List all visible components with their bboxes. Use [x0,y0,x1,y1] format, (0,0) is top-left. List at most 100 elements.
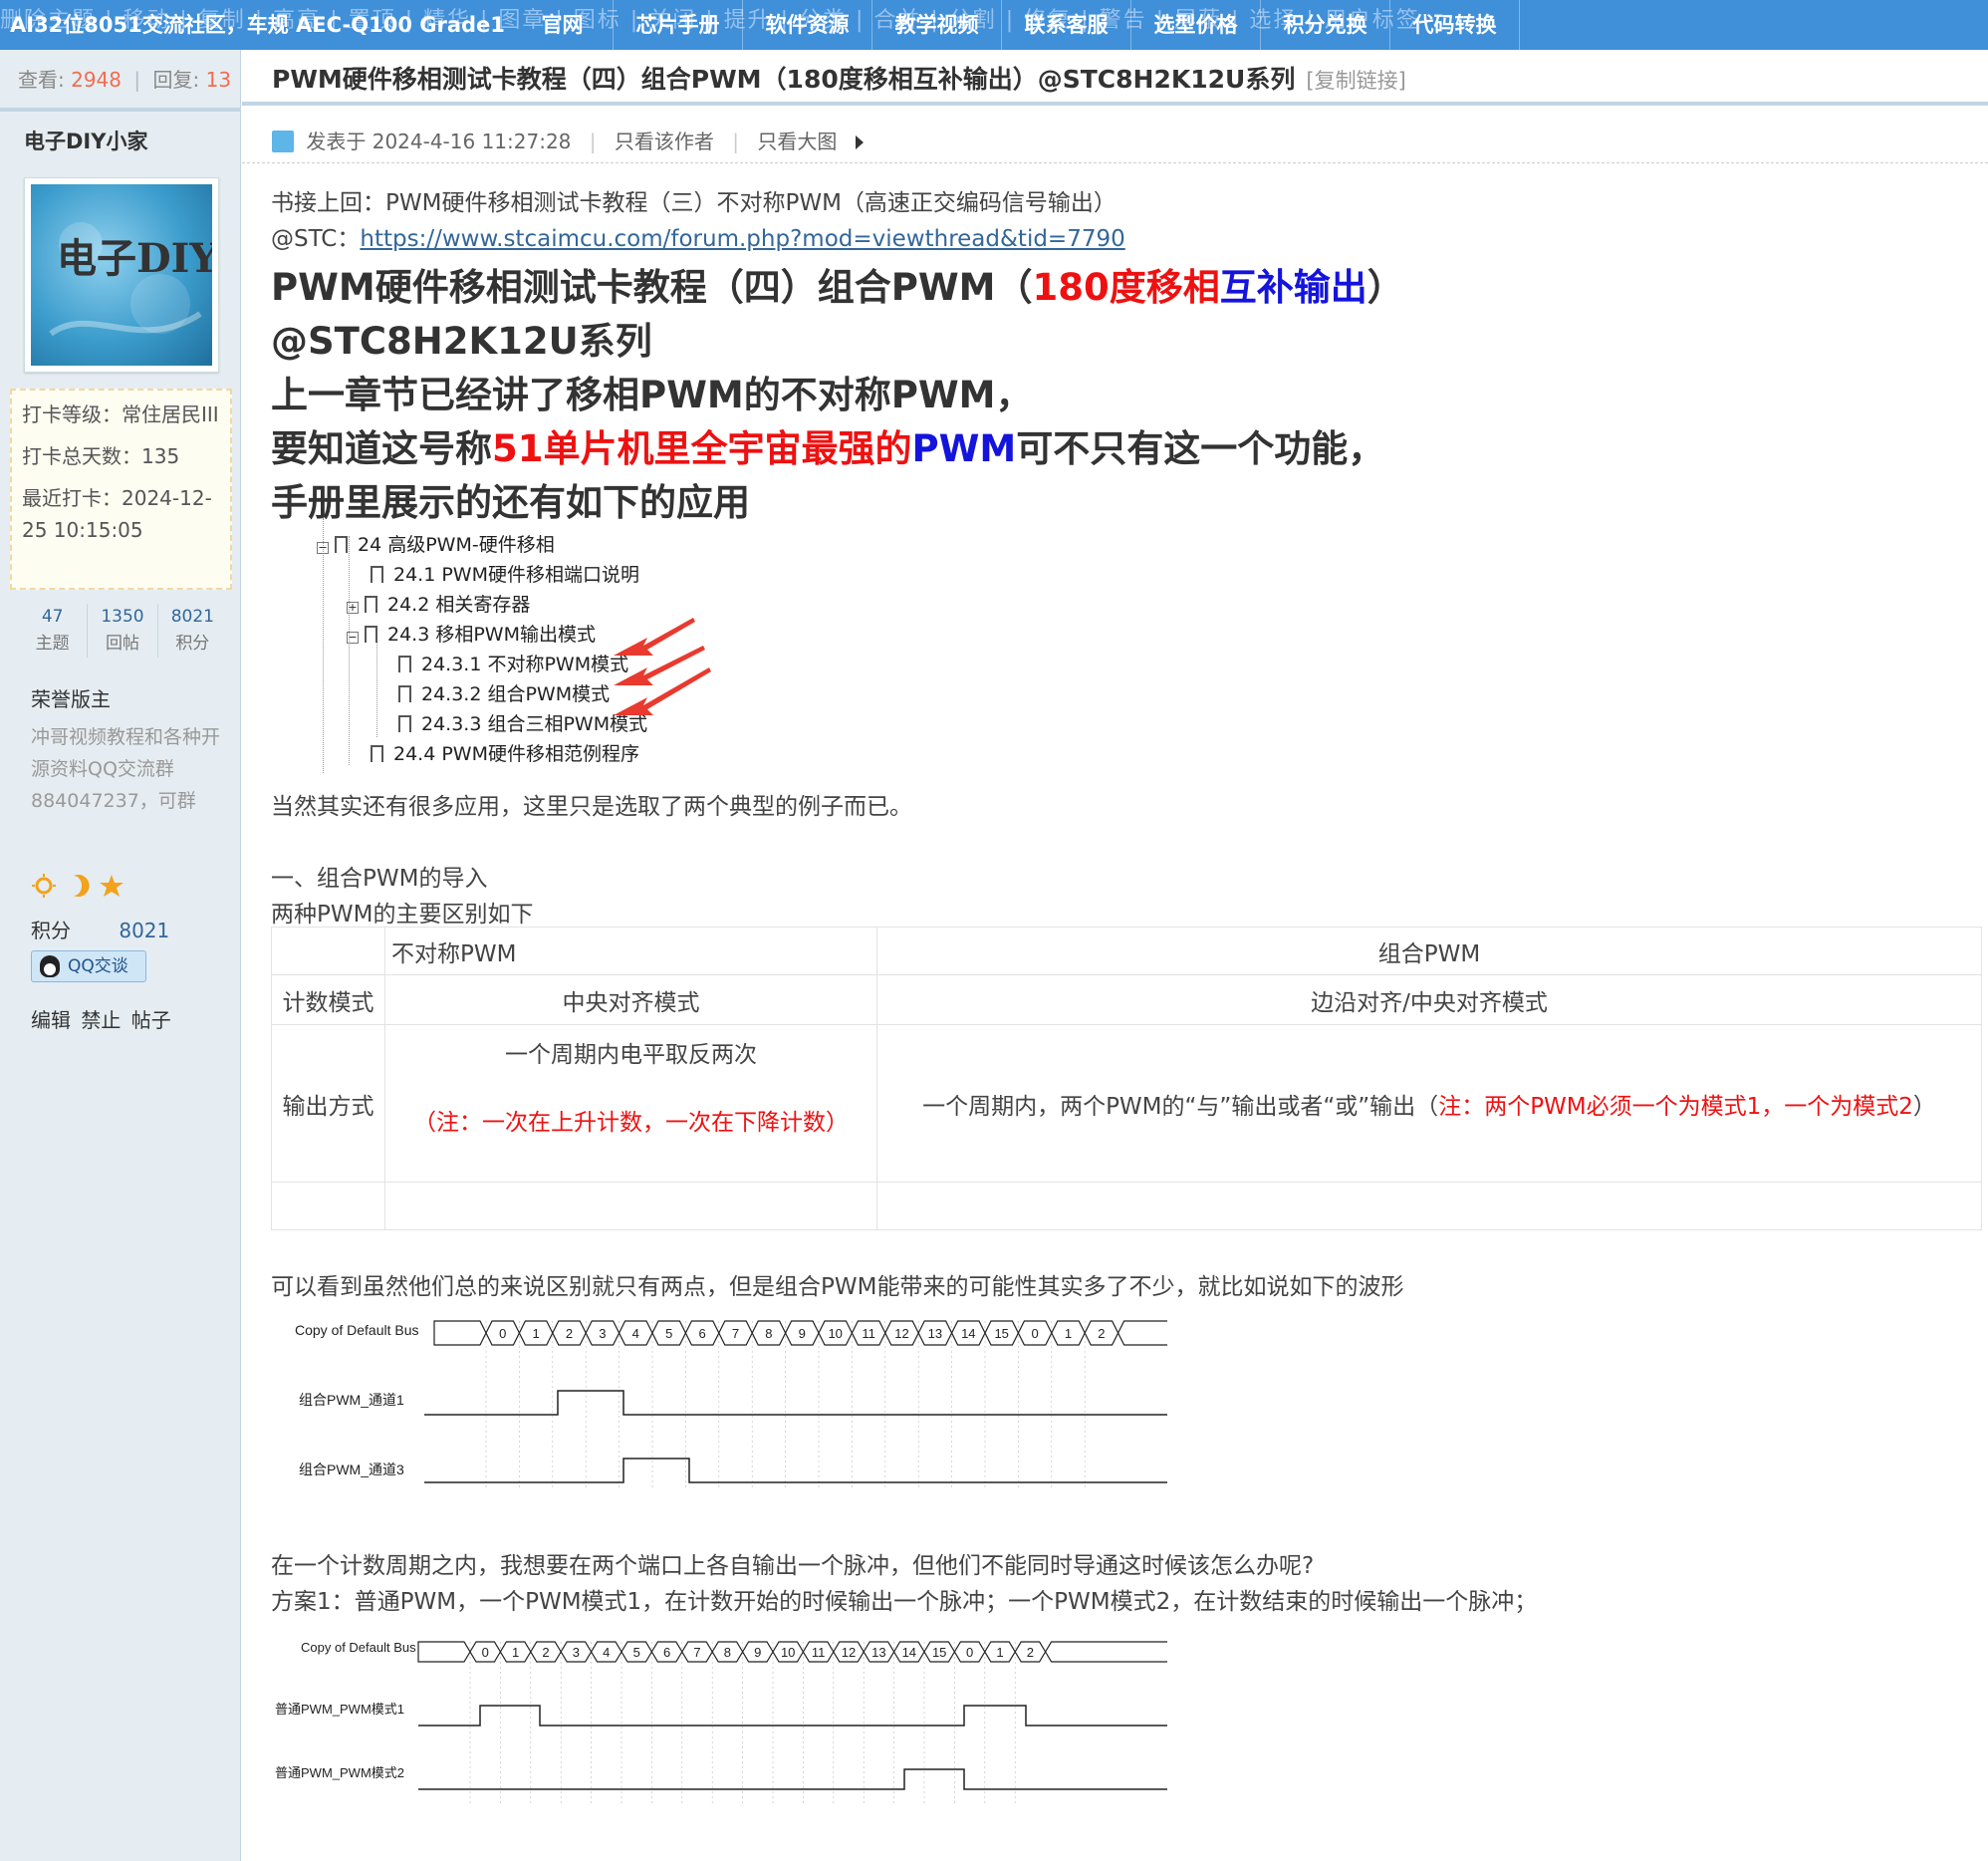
collapse-icon: − [347,631,359,644]
avatar-text: 电子DIY小家 [57,235,212,282]
avatar[interactable]: 电子DIY小家 [24,177,219,373]
headline-4-blue: PWM [911,427,1017,470]
bus-idle-segment [417,1641,471,1663]
count-credits[interactable]: 8021 积分 [158,604,227,658]
headline-4: 要知道这号称51单片机里全宇宙最强的PWM可不只有这一个功能， [271,418,1384,472]
bus-value-label: 7 [732,1326,739,1341]
bookmark-icon [398,685,411,702]
nav-item-videos[interactable]: 教学视频 [872,0,1002,50]
bus-waveform: 0 1 2 3 4 5 6 7 8 9 10 11 12 13 14 15 0 1 2 [417,1641,1167,1663]
headline-4-tail: 可不只有这一个功能， [1016,427,1385,470]
bus-value-label: 15 [932,1645,946,1660]
bus-value-label: 2 [1027,1645,1034,1660]
bus-value-label: 11 [862,1326,875,1341]
bus-value-label: 5 [633,1645,640,1660]
bookmark-icon [371,566,383,583]
bus-value-label: 10 [828,1326,842,1341]
intro-prefix: @STC： [271,226,361,252]
toc-row: 24.3.3 组合三相PWM模式 [398,709,647,736]
waveform-normal-pwm[interactable]: Copy of Default Bus 普通PWM_PWM模式1 普通PWM_P… [271,1630,1187,1829]
toc-label: 24.3.2 组合PWM模式 [421,683,611,705]
toc-label: 24.2 相关寄存器 [387,594,531,616]
toc-label: 24.1 PWM硬件移相端口说明 [393,564,639,586]
online-user-icon [272,131,294,152]
nav-item-code-convert[interactable]: 代码转换 [1390,0,1520,50]
admin-links[interactable]: 编辑 禁止 帖子 [31,1004,171,1033]
intro-line-1: 书接上回：PWM硬件移相测试卡教程（三）不对称PWM（高速正交编码信号输出） [271,190,1117,216]
bus-value-label: 1 [532,1326,539,1341]
author-counts: 47 主题 1350 回帖 8021 积分 [18,604,227,658]
sun-icon [32,874,56,898]
table-row: 计数模式 中央对齐模式 边沿对齐/中央对齐模式 [271,974,1982,1025]
bookmark-icon [398,656,411,672]
bus-value-label: 8 [765,1326,772,1341]
bus-value-label: 13 [871,1645,885,1660]
copy-link-button[interactable]: [复制链接] [1306,69,1405,93]
bus-value-label: 0 [499,1326,506,1341]
channel-3-waveform [424,1458,1167,1483]
mode-2-label: 普通PWM_PWM模式2 [275,1765,404,1780]
author-name[interactable]: 电子DIY小家 [24,126,147,155]
wave-grid [485,1321,1086,1488]
headline-4-text: 要知道这号称 [271,427,492,470]
table-cell [271,1182,385,1230]
wave-intro-text: 可以看到虽然他们总的来说区别就只有两点，但是组合PWM能带来的可能性其实多了不少… [271,1274,1404,1300]
caret-right-icon[interactable] [855,135,864,149]
headline-1-blue: 互补输出 [1219,266,1367,309]
nav-item-software[interactable]: 软件资源 [743,0,872,50]
manual-toc-image[interactable]: − 24 高级PWM-硬件移相 24.1 PWM硬件移相端口说明 +24.2 相关… [305,518,743,773]
post-meta: 发表于 2024-4-16 11:27:28 | 只看该作者 | 只看大图 [242,120,1988,163]
table-cell-note: （注：一次在上升计数，一次在下降计数） [413,1109,849,1136]
headline-2: @STC8H2K12U系列 [271,320,652,363]
table-cell: 中央对齐模式 [384,974,877,1025]
bus-value-label: 4 [603,1645,610,1660]
only-author-link[interactable]: 只看该作者 [615,130,714,153]
site-title[interactable]: AI32位8051交流社区，车规 AEC-Q100 Grade1 [10,0,505,50]
nav-item-points[interactable]: 积分兑换 [1261,0,1390,50]
replies-label: 回复: [152,68,200,92]
count-credits-value: 8021 [170,607,214,627]
only-big-images-link[interactable]: 只看大图 [757,130,837,153]
toc-label: 24.3 移相PWM输出模式 [387,624,596,646]
bus-value-label: 0 [1031,1326,1038,1341]
nav-item-pricing[interactable]: 选型价格 [1131,0,1261,50]
table-cell-text: 一个周期内，两个PWM的“与”输出或者“或”输出（ [922,1093,1439,1120]
bus-value-label: 0 [966,1645,973,1660]
thread-title: PWM硬件移相测试卡教程（四）组合PWM（180度移相互补输出）@STC8H2K… [272,65,1296,94]
table-header-asym: 不对称PWM [384,927,877,975]
section-heading: 一、组合PWM的导入 [271,866,488,892]
count-threads[interactable]: 47 主题 [18,604,89,658]
bookmark-icon [365,596,377,613]
count-posts[interactable]: 1350 回帖 [88,604,158,658]
thread-header: PWM硬件移相测试卡教程（四）组合PWM（180度移相互补输出）@STC8H2K… [242,50,1988,106]
meta-separator: | [732,130,739,153]
toc-row: − 24.3 移相PWM输出模式 [347,620,596,647]
count-threads-value: 47 [41,607,64,627]
avatar-image: 电子DIY小家 [31,184,212,366]
table-cell-close: ） [1912,1093,1936,1120]
bookmark-icon [398,715,411,732]
nav-item-support[interactable]: 联系客服 [1002,0,1131,50]
waveform-combined-pwm[interactable]: Copy of Default Bus 组合PWM_通道1 组合PWM_通道3 … [271,1311,1187,1490]
count-posts-value: 1350 [101,607,144,627]
toc-row: 24.1 PWM硬件移相端口说明 [371,560,639,587]
thread-link[interactable]: https://www.stcaimcu.com/forum.php?mod=v… [360,226,1124,252]
qq-chat-button[interactable]: QQ交谈 [31,950,146,982]
comparison-table: 不对称PWM 组合PWM 计数模式 中央对齐模式 边沿对齐/中央对齐模式 输出方… [271,927,1982,1230]
table-header-row: 不对称PWM 组合PWM [271,927,1982,975]
count-credits-label: 积分 [175,634,210,654]
channel-1-label: 组合PWM_通道1 [299,1392,404,1408]
thread-stats: 查看: 2948 | 回复: 13 [0,60,241,100]
mode-1-label: 普通PWM_PWM模式1 [275,1702,404,1717]
bus-value-label: 13 [928,1326,942,1341]
question-text: 在一个计数周期之内，我想要在两个端口上各自输出一个脉冲，但他们不能同时导通这时候… [271,1553,1315,1579]
user-group: 荣誉版主 [31,687,111,711]
table-cell: 边沿对齐/中央对齐模式 [876,974,1982,1025]
stats-separator: | [133,68,141,92]
meta-separator: | [589,130,597,153]
nav-item-datasheet[interactable]: 芯片手册 [614,0,743,50]
nav-item-official[interactable]: 官网 [512,0,614,50]
toc-label: 24.3.1 不对称PWM模式 [421,654,629,675]
bus-value-label: 14 [902,1645,916,1660]
count-posts-label: 回帖 [105,634,139,654]
